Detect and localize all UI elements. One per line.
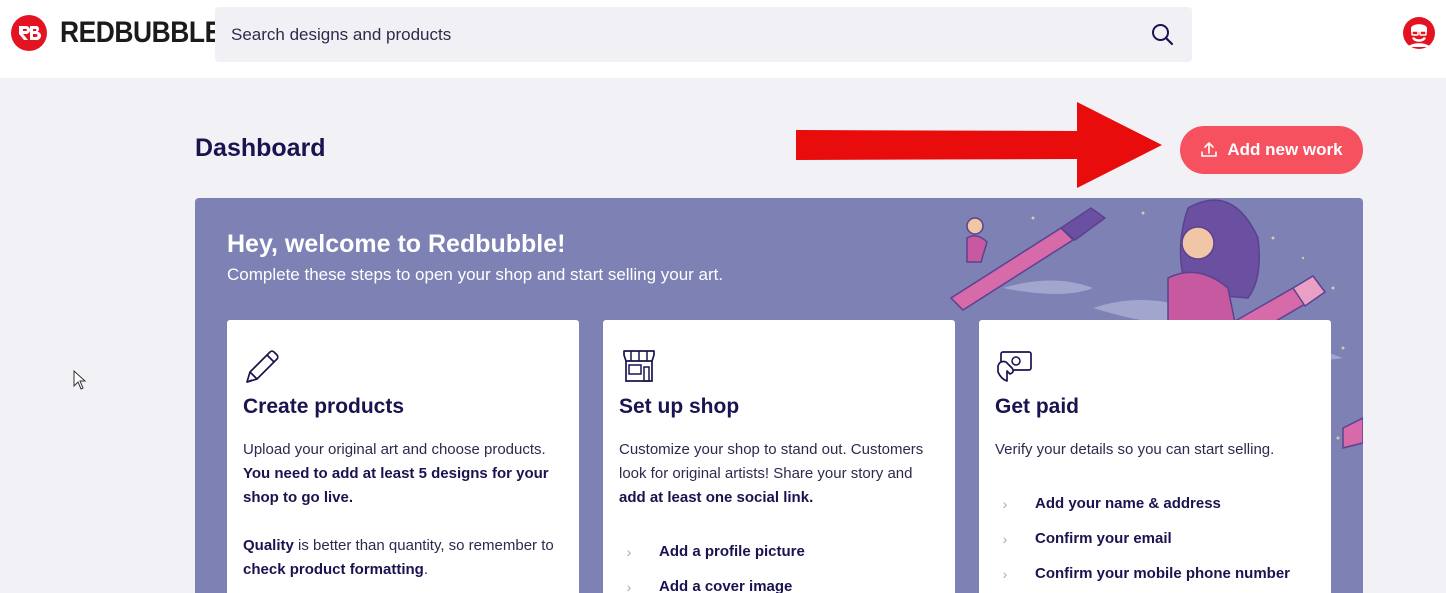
get-paid-card: Get paid Verify your details so you can … — [979, 320, 1331, 593]
brand-name: REDBUBBLE — [60, 16, 222, 49]
payment-icon — [997, 351, 1032, 382]
card-text: Customize your shop to stand out. Custom… — [619, 441, 924, 482]
step-label: Add a cover image — [659, 578, 793, 593]
page-title: Dashboard — [195, 134, 326, 162]
upload-icon — [1201, 142, 1218, 157]
welcome-subtitle: Complete these steps to open your shop a… — [227, 265, 724, 284]
step-add-cover-image[interactable]: › Add a cover image — [619, 569, 949, 593]
card-description: Upload your original art and choose prod… — [243, 438, 563, 593]
search-bar — [215, 7, 1192, 62]
welcome-banner: Hey, welcome to Redbubble! Complete thes… — [195, 198, 1363, 593]
chevron-right-icon: › — [626, 578, 632, 593]
redbubble-logo-icon — [11, 15, 47, 51]
set-up-shop-card: Set up shop Customize your shop to stand… — [603, 320, 955, 593]
step-add-name-address[interactable]: › Add your name & address — [995, 486, 1325, 521]
step-confirm-mobile-phone[interactable]: › Confirm your mobile phone number — [995, 556, 1325, 591]
user-avatar-icon[interactable] — [1403, 17, 1435, 49]
welcome-title: Hey, welcome to Redbubble! — [227, 230, 566, 258]
card-title: Get paid — [995, 395, 1080, 418]
search-input[interactable] — [215, 7, 1167, 62]
create-products-card: Create products Upload your original art… — [227, 320, 579, 593]
card-text: Upload your original art and choose prod… — [243, 441, 546, 458]
payment-steps-list: › Add your name & address › Confirm your… — [995, 486, 1325, 591]
add-new-work-label: Add new work — [1227, 140, 1343, 159]
card-bold-text: You need to add at least 5 designs for y… — [243, 465, 549, 506]
chevron-right-icon: › — [1002, 565, 1008, 582]
card-bold-text: Quality — [243, 537, 294, 554]
shop-steps-list: › Add a profile picture › Add a cover im… — [619, 534, 949, 593]
card-text: Verify your details so you can start sel… — [995, 441, 1275, 458]
chevron-right-icon: › — [1002, 495, 1008, 512]
step-label: Confirm your email — [1035, 530, 1172, 547]
pencil-icon — [246, 350, 279, 383]
card-description: Customize your shop to stand out. Custom… — [619, 438, 939, 534]
card-title: Set up shop — [619, 395, 740, 418]
chevron-right-icon: › — [1002, 530, 1008, 547]
add-new-work-button[interactable]: Add new work — [1180, 126, 1363, 174]
card-text: . — [423, 561, 429, 578]
chevron-right-icon: › — [626, 543, 632, 560]
card-description: Verify your details so you can start sel… — [995, 438, 1315, 486]
step-confirm-email[interactable]: › Confirm your email — [995, 521, 1325, 556]
step-label: Add your name & address — [1035, 495, 1221, 512]
red-arrow-annotation — [796, 102, 1162, 188]
card-text: is better than quantity, so remember to — [293, 537, 554, 554]
shop-icon — [623, 350, 655, 382]
card-bold-text: add at least one social link. — [619, 489, 814, 506]
card-title: Create products — [243, 395, 405, 418]
card-bold-text: check product formatting — [243, 561, 424, 578]
search-icon[interactable] — [1150, 22, 1174, 46]
top-header: REDBUBBLE — [0, 0, 1446, 78]
step-label: Confirm your mobile phone number — [1035, 565, 1291, 582]
step-label: Add a profile picture — [659, 543, 805, 560]
mouse-cursor-icon — [73, 370, 87, 390]
step-add-profile-picture[interactable]: › Add a profile picture — [619, 534, 949, 569]
redbubble-logo[interactable]: REDBUBBLE — [11, 15, 244, 51]
